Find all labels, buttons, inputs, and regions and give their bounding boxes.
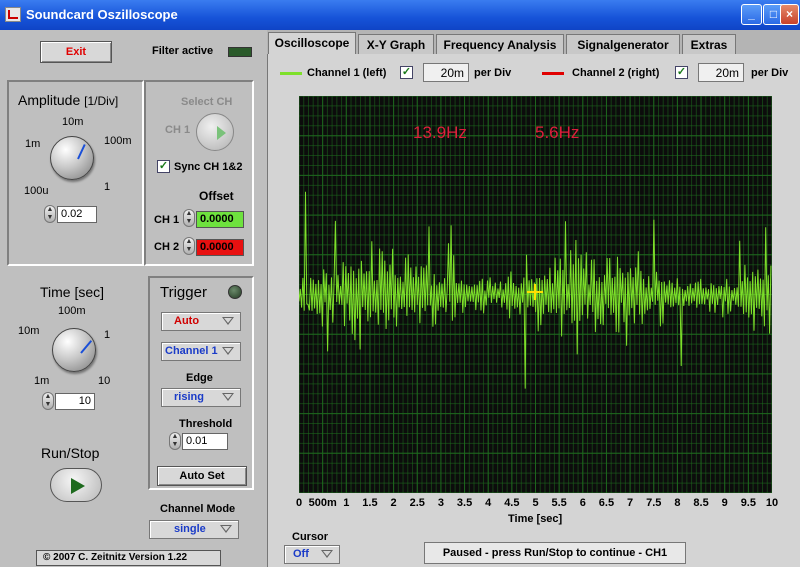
channel2-per-div-field[interactable]: 20m	[698, 63, 744, 82]
oscilloscope-display[interactable]: 13.9Hz 5.6Hz	[299, 96, 772, 493]
tab-xy-graph[interactable]: X-Y Graph	[358, 34, 434, 56]
status-bar: Paused - press Run/Stop to continue - CH…	[424, 542, 686, 564]
title-bar: Soundcard Oszilloscope _ □ ×	[0, 0, 800, 30]
sync-label: Sync CH 1&2	[174, 161, 243, 173]
close-button[interactable]: ×	[780, 4, 799, 25]
trigger-title: Trigger	[160, 284, 207, 301]
filter-active-label: Filter active	[152, 45, 214, 57]
trigger-threshold-label: Threshold	[179, 418, 233, 430]
offset-ch2-label: CH 2	[154, 241, 180, 253]
channel-mode-label: Channel Mode	[160, 503, 236, 515]
cursor-label: Cursor	[292, 531, 329, 543]
tab-extras[interactable]: Extras	[682, 34, 736, 56]
offset-ch2-spinner[interactable]: ▲ ▼	[183, 237, 195, 255]
channel2-legend-swatch	[542, 72, 564, 75]
channel1-label: Channel 1 (left)	[307, 67, 387, 79]
time-tick-10: 10	[98, 375, 111, 387]
select-ch-value: CH 1	[165, 124, 191, 136]
time-tick-1: 1	[104, 329, 111, 341]
trigger-threshold-field[interactable]: 0.01	[182, 433, 228, 450]
amplitude-tick-100m: 100m	[104, 135, 132, 147]
copyright-label: © 2007 C. Zeitnitz Version 1.22	[36, 550, 221, 566]
time-tick-1m: 1m	[34, 375, 50, 387]
channel1-per-div-label: per Div	[474, 67, 512, 79]
time-tick-10m: 10m	[18, 325, 40, 337]
channel1-per-div-field[interactable]: 20m	[423, 63, 469, 82]
channel2-label: Channel 2 (right)	[572, 67, 660, 79]
trigger-channel-select[interactable]: Channel 1	[161, 342, 241, 361]
run-stop-label: Run/Stop	[41, 445, 100, 461]
sync-checkbox[interactable]: ✓	[157, 160, 170, 173]
offset-ch1-label: CH 1	[154, 214, 180, 226]
trigger-indicator	[228, 285, 242, 299]
amplitude-tick-1: 1	[104, 181, 111, 193]
amplitude-tick-10m: 10m	[62, 116, 84, 128]
amplitude-tick-1m: 1m	[25, 138, 41, 150]
scope-plot	[299, 96, 772, 493]
run-stop-button[interactable]	[50, 468, 102, 502]
amplitude-value-field[interactable]: 0.02	[57, 206, 97, 223]
window-title: Soundcard Oszilloscope	[26, 7, 178, 22]
channel-select-toggle[interactable]	[196, 113, 234, 151]
channel1-frequency: 13.9Hz	[413, 123, 467, 142]
offset-label: Offset	[199, 189, 234, 203]
trigger-edge-select[interactable]: rising	[161, 388, 241, 407]
amplitude-knob-needle	[77, 144, 86, 160]
trigger-edge-label: Edge	[186, 372, 213, 384]
channel-mode-select[interactable]: single	[149, 520, 239, 539]
filter-active-indicator	[228, 47, 252, 57]
offset-ch1-spinner[interactable]: ▲ ▼	[183, 209, 195, 227]
cursor-select[interactable]: Off	[284, 545, 340, 564]
offset-ch1-field[interactable]: 0.0000	[196, 211, 244, 228]
amplitude-title: Amplitude [1/Div]	[18, 92, 119, 108]
tab-frequency-analysis[interactable]: Frequency Analysis	[436, 34, 564, 56]
x-axis-tick: 10	[765, 497, 779, 509]
time-knob[interactable]	[52, 328, 96, 372]
time-value-field[interactable]: 10	[55, 393, 95, 410]
time-tick-100m: 100m	[58, 305, 86, 317]
time-knob-needle	[80, 340, 93, 354]
select-ch-label: Select CH	[181, 96, 233, 108]
exit-button[interactable]: Exit	[40, 41, 112, 63]
trigger-threshold-spinner[interactable]: ▲ ▼	[169, 432, 181, 450]
amplitude-tick-100u: 100u	[24, 185, 49, 197]
amplitude-knob[interactable]	[50, 136, 94, 180]
channel2-checkbox[interactable]: ✓	[675, 66, 688, 79]
play-icon	[71, 478, 89, 494]
tab-signalgenerator[interactable]: Signalgenerator	[566, 34, 680, 56]
x-axis-title: Time [sec]	[508, 513, 563, 525]
time-title: Time [sec]	[40, 284, 105, 300]
minimize-button[interactable]: _	[741, 4, 762, 25]
trigger-mode-select[interactable]: Auto	[161, 312, 241, 331]
time-spinner[interactable]: ▲ ▼	[42, 392, 54, 410]
channel2-per-div-label: per Div	[751, 67, 789, 79]
amplitude-spinner[interactable]: ▲ ▼	[44, 205, 56, 223]
auto-set-button[interactable]: Auto Set	[157, 466, 247, 486]
channel2-frequency: 5.6Hz	[535, 123, 580, 142]
offset-ch2-field[interactable]: 0.0000	[196, 239, 244, 256]
channel1-checkbox[interactable]: ✓	[400, 66, 413, 79]
app-icon	[5, 7, 21, 22]
channel1-legend-swatch	[280, 72, 302, 75]
